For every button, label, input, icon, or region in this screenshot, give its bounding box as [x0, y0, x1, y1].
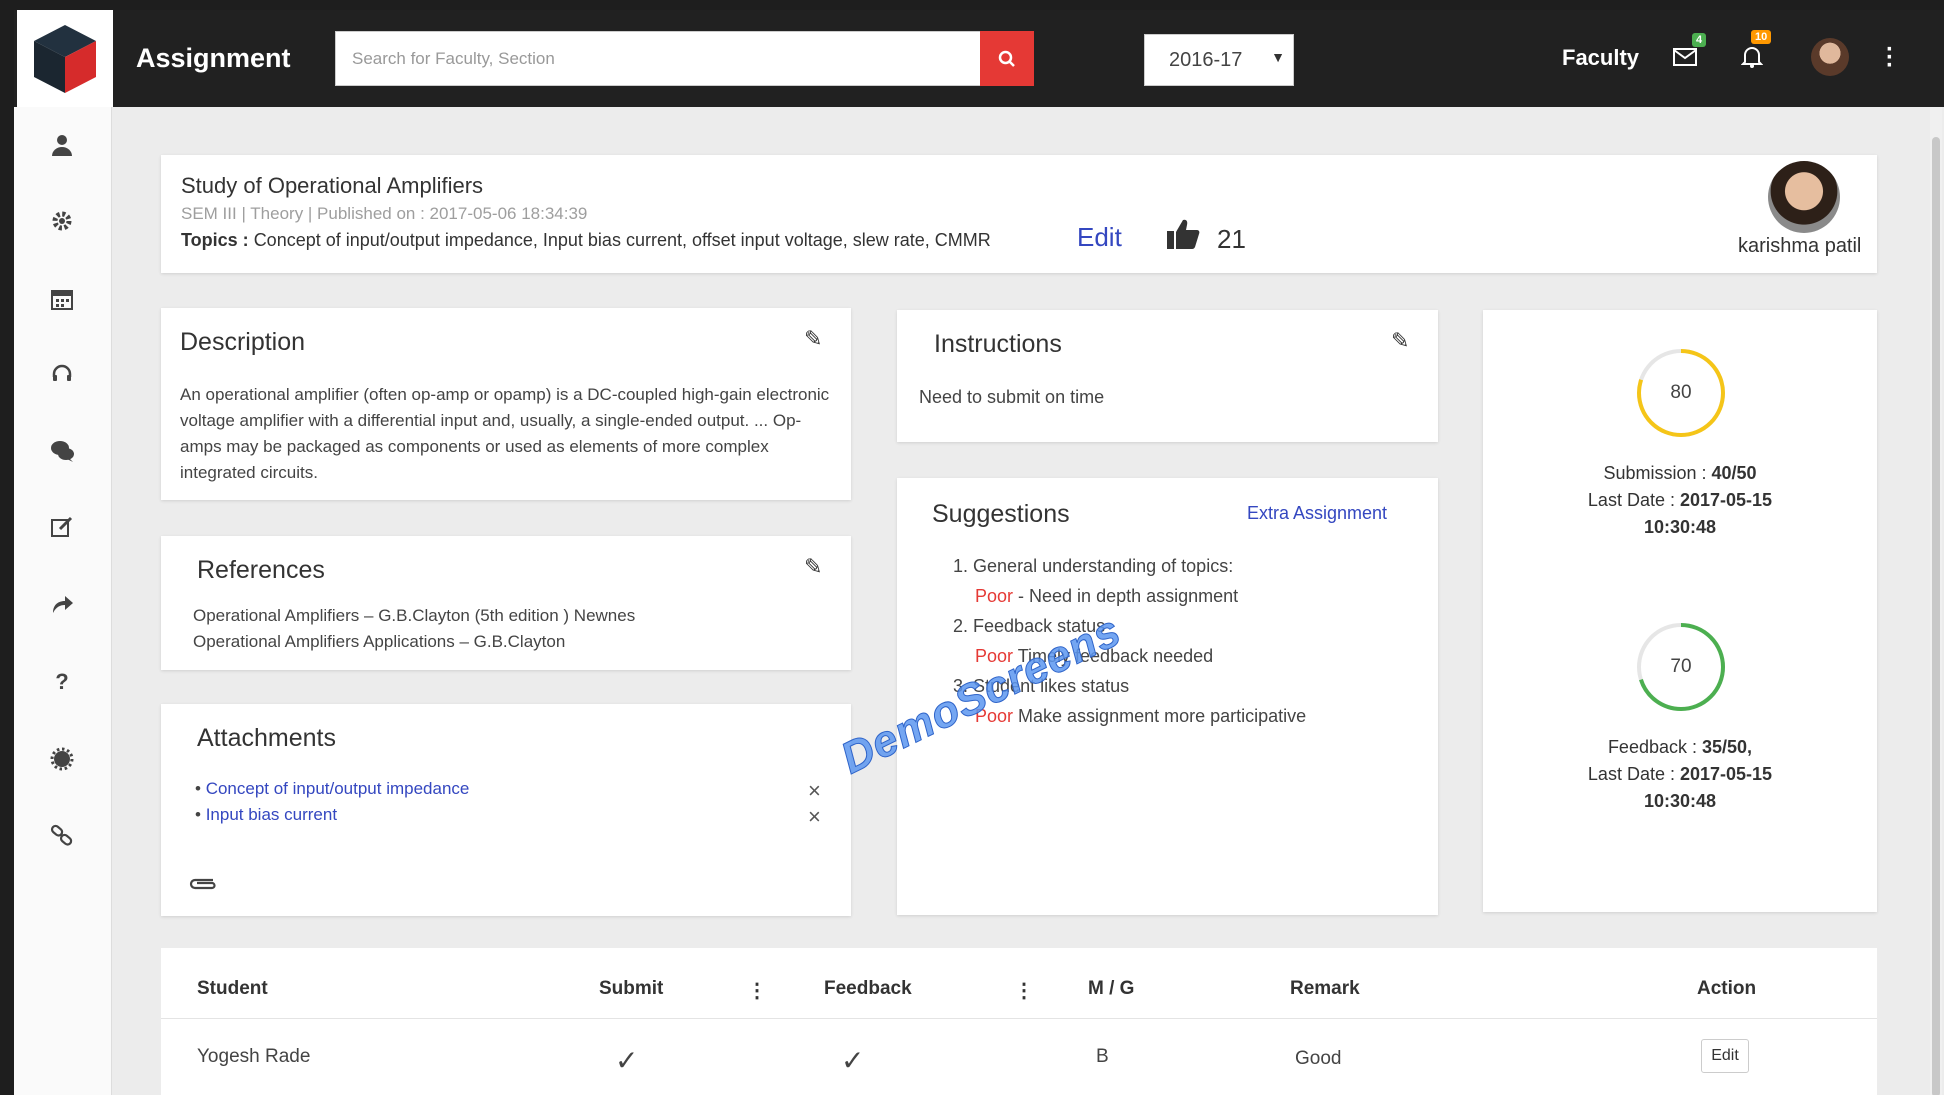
- column-header[interactable]: Action: [1697, 978, 1756, 1000]
- column-header[interactable]: Feedback: [824, 978, 912, 1000]
- edit-references-icon[interactable]: ✎: [804, 554, 822, 580]
- suggestion-detail: Poor Make assignment more participative: [975, 706, 1307, 726]
- references-card: References ✎ Operational Amplifiers – G.…: [161, 536, 851, 670]
- user-avatar[interactable]: [1811, 38, 1849, 76]
- reference-item: Operational Amplifiers – G.B.Clayton (5t…: [193, 606, 636, 625]
- attachment-item: • Input bias current: [195, 805, 338, 824]
- stats-card: 80 Submission : 40/50 Last Date : 2017-0…: [1483, 310, 1877, 912]
- notifications-button[interactable]: 10: [1740, 30, 1772, 74]
- topics-label: Topics :: [181, 230, 249, 250]
- suggestion-item: 1. General understanding of topics:: [953, 556, 1234, 576]
- description-text: An operational amplifier (often op-amp o…: [180, 385, 830, 482]
- gear-icon[interactable]: [42, 201, 82, 241]
- description-title: Description: [180, 328, 306, 356]
- description-card: Description ✎ An operational amplifier (…: [161, 308, 851, 500]
- thumbs-up-icon: [1167, 219, 1200, 249]
- assignment-header-card: Study of Operational Amplifiers SEM III …: [161, 155, 1877, 273]
- topics-line: Topics : Concept of input/output impedan…: [181, 230, 991, 251]
- instructions-title: Instructions: [934, 330, 1062, 358]
- like-button[interactable]: [1166, 217, 1200, 256]
- share-icon[interactable]: [42, 584, 82, 624]
- attachments-title: Attachments: [197, 724, 336, 752]
- year-select[interactable]: 2016-17 ▼: [1144, 34, 1294, 86]
- settings-cog-icon[interactable]: [42, 739, 82, 779]
- caret-down-icon: ▼: [1271, 49, 1285, 65]
- topics-text: Concept of input/output impedance, Input…: [253, 230, 991, 250]
- envelope-icon: [1673, 48, 1697, 66]
- mail-button[interactable]: 4: [1673, 33, 1707, 72]
- submission-percent: 80: [1670, 382, 1692, 403]
- user-icon[interactable]: [42, 125, 82, 165]
- instructions-text: Need to submit on time: [919, 387, 1105, 407]
- remark-value: Good: [1295, 1048, 1342, 1069]
- row-edit-button[interactable]: Edit: [1701, 1039, 1749, 1073]
- feedback-check-icon: ✓: [841, 1045, 865, 1076]
- author-avatar: [1768, 161, 1840, 233]
- scrollbar-thumb[interactable]: [1932, 137, 1940, 1095]
- column-header[interactable]: Remark: [1290, 978, 1360, 1000]
- student-name: Yogesh Rade: [197, 1046, 311, 1067]
- attachments-card: Attachments • Concept of input/output im…: [161, 704, 851, 916]
- year-value: 2016-17: [1169, 48, 1243, 71]
- feedback-info: Feedback : 35/50, Last Date : 2017-05-15…: [1587, 737, 1773, 811]
- cube-logo-icon: [34, 24, 96, 93]
- search-icon: [998, 50, 1015, 67]
- page-title: Assignment: [136, 43, 291, 73]
- column-header[interactable]: Student: [197, 978, 268, 1000]
- help-icon[interactable]: ?: [42, 662, 82, 702]
- submission-info: Submission : 40/50 Last Date : 2017-05-1…: [1587, 463, 1773, 537]
- column-menu-icon[interactable]: ⋮: [1014, 978, 1034, 1003]
- sidebar: ?: [14, 107, 112, 1095]
- extra-assignment-link[interactable]: Extra Assignment: [1247, 503, 1387, 524]
- app-frame: Assignment Search for Faculty, Section 2…: [14, 10, 1944, 1095]
- paperclip-icon[interactable]: [187, 876, 219, 897]
- attachment-link[interactable]: Concept of input/output impedance: [206, 779, 470, 798]
- edit-icon[interactable]: [42, 507, 82, 547]
- instructions-card: Instructions ✎ Need to submit on time: [897, 310, 1438, 442]
- assignment-meta: SEM III | Theory | Published on : 2017-0…: [181, 204, 588, 223]
- search-input[interactable]: Search for Faculty, Section: [335, 31, 981, 86]
- page-scrollbar[interactable]: [1930, 107, 1942, 1095]
- role-label[interactable]: Faculty: [1562, 45, 1639, 71]
- assignment-title: Study of Operational Amplifiers: [181, 173, 484, 198]
- calendar-icon[interactable]: [42, 279, 82, 319]
- column-header[interactable]: Submit: [599, 978, 663, 1000]
- edit-link[interactable]: Edit: [1077, 222, 1122, 253]
- more-vert-icon[interactable]: · · ·: [1886, 38, 1894, 78]
- top-bar: Assignment Search for Faculty, Section 2…: [14, 10, 1944, 107]
- feedback-percent: 70: [1670, 656, 1692, 677]
- rating-poor: Poor: [975, 586, 1014, 606]
- app-logo[interactable]: [17, 10, 113, 107]
- search-placeholder: Search for Faculty, Section: [352, 48, 555, 68]
- reference-item: Operational Amplifiers Applications – G.…: [193, 632, 566, 651]
- link-icon[interactable]: [42, 815, 82, 855]
- suggestions-title: Suggestions: [932, 500, 1070, 528]
- notification-badge: 10: [1751, 30, 1772, 44]
- submit-check-icon: ✓: [615, 1045, 639, 1076]
- edit-instructions-icon[interactable]: ✎: [1391, 328, 1409, 354]
- remove-attachment-icon[interactable]: ×: [808, 804, 821, 830]
- column-menu-icon[interactable]: ⋮: [747, 978, 767, 1003]
- row-divider: [161, 1018, 1877, 1019]
- grade-value: B: [1096, 1046, 1109, 1067]
- remove-attachment-icon[interactable]: ×: [808, 778, 821, 804]
- attachment-item: • Concept of input/output impedance: [195, 779, 470, 798]
- column-header[interactable]: M / G: [1088, 978, 1134, 1000]
- references-title: References: [197, 556, 325, 584]
- attachment-link[interactable]: Input bias current: [206, 805, 337, 824]
- students-table: Student Submit ⋮ Feedback ⋮ M / G Remark…: [161, 948, 1877, 1095]
- bell-icon: [1740, 47, 1764, 68]
- author-name: karishma patil: [1738, 235, 1862, 257]
- chat-icon[interactable]: [42, 431, 82, 471]
- headset-icon[interactable]: [42, 354, 82, 394]
- edit-description-icon[interactable]: ✎: [804, 326, 822, 352]
- search-button[interactable]: [980, 31, 1034, 86]
- mail-badge: 4: [1692, 33, 1707, 47]
- like-count: 21: [1217, 224, 1246, 254]
